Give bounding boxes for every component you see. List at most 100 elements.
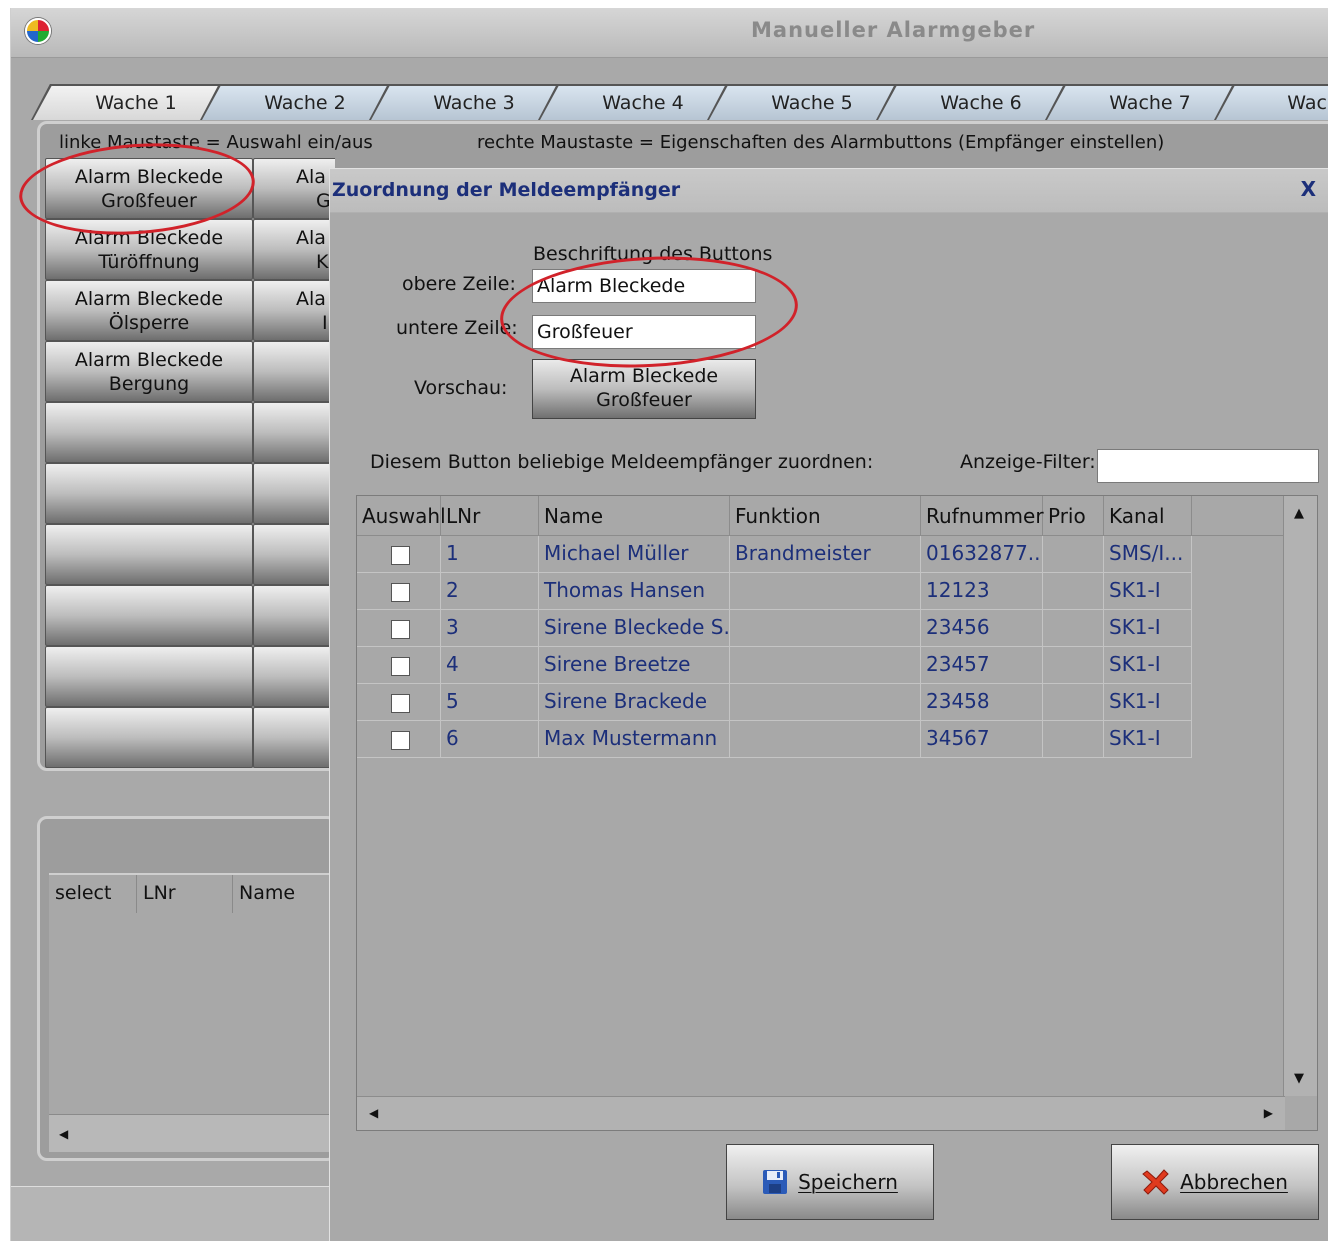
kanal-cell: SK1-I [1104,684,1192,721]
tab-wache-8[interactable]: Wache [1214,84,1328,120]
lower-line-input[interactable] [532,315,756,349]
alarm-button-col2[interactable]: Ala G [253,158,335,219]
rufnummer-cell: 23458 [921,684,1043,721]
alarm-button-line2: Großfeuer [101,190,197,212]
preview-button[interactable]: Alarm Bleckede Großfeuer [532,359,756,419]
name-cell: Sirene Breetze [539,647,730,684]
column-header-prio[interactable]: Prio [1043,496,1104,536]
alarm-button-col2[interactable]: Ala I [253,280,335,341]
column-header-auswahl[interactable]: Auswahl [357,496,446,536]
column-header-funktion[interactable]: Funktion [730,496,921,536]
upper-line-input[interactable] [532,269,756,303]
kanal-cell: SK1-I [1104,610,1192,647]
recipient-grid: Auswahl LNr Name Funktion Rufnummer Prio… [356,495,1318,1131]
select-checkbox[interactable] [391,546,410,565]
select-cell [357,721,441,758]
column-header-kanal[interactable]: Kanal [1104,496,1192,536]
table-row[interactable]: 6 Max Mustermann 34567 SK1-I [357,721,1192,758]
alarm-button-empty[interactable] [45,463,253,524]
table-row[interactable]: 2 Thomas Hansen 12123 SK1-I [357,573,1192,610]
alarm-button-tueroeffnung[interactable]: Alarm Bleckede Türöffnung [45,219,253,280]
select-cell [357,536,441,573]
alarm-button-empty[interactable] [45,707,253,768]
alarm-button-empty[interactable] [253,707,335,768]
alarm-button-empty[interactable] [253,402,335,463]
column-header-filler [1192,496,1285,536]
upper-line-label: obere Zeile: [402,273,516,295]
tab-bar: Wache 1 Wache 2 Wache 3 Wache 4 Wache 5 … [31,84,1328,120]
prio-cell [1043,721,1104,758]
column-header-name[interactable]: Name [539,496,730,536]
column-header-name[interactable]: Name [233,875,343,913]
filter-input[interactable] [1097,449,1319,483]
alarm-button-empty[interactable] [45,402,253,463]
alarm-button-empty[interactable] [253,463,335,524]
name-cell: Sirene Bleckede S... [539,610,730,647]
table-row[interactable]: 5 Sirene Brackede 23458 SK1-I [357,684,1192,721]
lnr-cell: 6 [441,721,539,758]
alarm-button-line1: Alarm Bleckede [74,288,224,310]
alarm-button-empty[interactable] [45,524,253,585]
rufnummer-cell: 01632877... [921,536,1043,573]
select-checkbox[interactable] [391,583,410,602]
scroll-left-icon[interactable]: ◀ [369,1106,378,1120]
column-header-lnr[interactable]: LNr [441,496,539,536]
horizontal-scrollbar[interactable]: ◀ [49,1114,339,1152]
name-cell: Michael Müller [539,536,730,573]
lnr-cell: 2 [441,573,539,610]
scroll-down-icon[interactable]: ▼ [1294,1071,1304,1086]
alarm-button-empty[interactable] [253,646,335,707]
close-icon[interactable]: X [1301,177,1316,201]
table-row[interactable]: 3 Sirene Bleckede S... 23456 SK1-I [357,610,1192,647]
lnr-cell: 4 [441,647,539,684]
alarm-button-line2: Bergung [108,373,190,395]
scroll-right-icon[interactable]: ▶ [1264,1106,1273,1120]
save-button[interactable]: Speichern [726,1144,934,1220]
alarm-button-line2: Türöffnung [98,251,200,273]
hint-right-click: rechte Maustaste = Eigenschaften des Ala… [477,132,1165,153]
lnr-cell: 3 [441,610,539,647]
column-header-select[interactable]: select [49,875,137,913]
alarm-button-empty[interactable] [253,341,335,402]
alarm-button-empty[interactable] [253,524,335,585]
rufnummer-cell: 23456 [921,610,1043,647]
app-globe-icon[interactable] [25,18,51,44]
kanal-cell: SMS/I... [1104,536,1192,573]
select-cell [357,610,441,647]
alarm-button-col2[interactable]: Ala K [253,219,335,280]
column-header-lnr[interactable]: LNr [137,875,233,913]
funktion-cell [730,573,921,610]
select-checkbox[interactable] [391,620,410,639]
name-cell: Max Mustermann [539,721,730,758]
hint-left-click: linke Maustaste = Auswahl ein/aus [59,132,373,153]
alarm-button-oelsperre[interactable]: Alarm Bleckede Ölsperre [45,280,253,341]
select-checkbox[interactable] [391,731,410,750]
dialog-title: Zuordnung der Meldeempfänger [332,179,681,201]
alarm-button-line1: Alarm Bleckede [74,227,224,249]
table-row[interactable]: 4 Sirene Breetze 23457 SK1-I [357,647,1192,684]
lower-line-label: untere Zeile: [396,317,518,339]
column-header-rufnummer[interactable]: Rufnummer [921,496,1044,536]
cancel-button[interactable]: Abbrechen [1111,1144,1319,1220]
alarm-button-bergung[interactable]: Alarm Bleckede Bergung [45,341,253,402]
name-cell: Sirene Brackede [539,684,730,721]
rufnummer-cell: 34567 [921,721,1043,758]
kanal-cell: SK1-I [1104,721,1192,758]
status-strip [11,1186,329,1241]
alarm-button-empty[interactable] [253,585,335,646]
vertical-scrollbar[interactable]: ▲ ▼ [1283,496,1317,1096]
preview-line1: Alarm Bleckede [569,365,719,387]
table-row[interactable]: 1 Michael Müller Brandmeister 01632877..… [357,536,1192,573]
recipient-assignment-dialog: Zuordnung der Meldeempfänger X Beschrift… [329,168,1328,1241]
kanal-cell: SK1-I [1104,573,1192,610]
title-bar: Manueller Alarmgeber [11,8,1328,58]
select-checkbox[interactable] [391,657,410,676]
select-checkbox[interactable] [391,694,410,713]
selection-grid: select LNr Name [49,873,339,1125]
alarm-button-grossfeuer[interactable]: Alarm Bleckede Großfeuer [45,158,253,219]
horizontal-scrollbar[interactable]: ◀ ▶ [357,1096,1285,1130]
scroll-left-icon[interactable]: ◀ [59,1127,68,1141]
alarm-button-empty[interactable] [45,585,253,646]
scroll-up-icon[interactable]: ▲ [1294,506,1304,521]
alarm-button-empty[interactable] [45,646,253,707]
